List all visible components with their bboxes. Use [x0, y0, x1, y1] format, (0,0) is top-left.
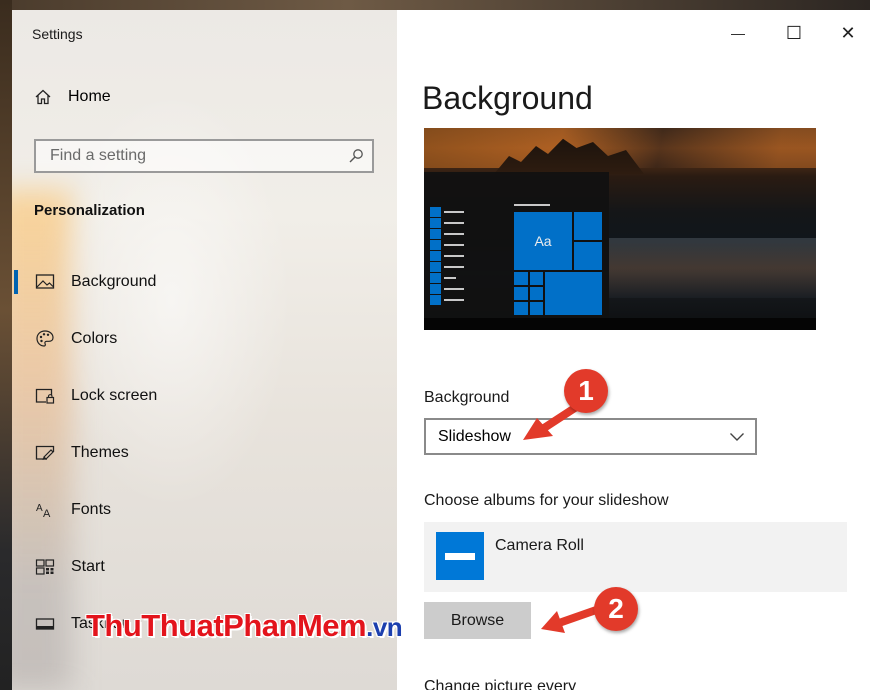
- album-name: Camera Roll: [495, 537, 584, 554]
- desktop-background-left: [0, 0, 12, 690]
- close-icon: ✕: [840, 22, 856, 43]
- close-button[interactable]: ✕: [825, 18, 870, 48]
- lock-screen-icon: [34, 385, 56, 407]
- album-folder-icon: [436, 532, 484, 580]
- palette-icon: [34, 328, 56, 350]
- svg-text:A: A: [36, 503, 43, 514]
- change-picture-label: Change picture every: [424, 678, 577, 690]
- settings-window: Settings Home Personalization Back: [12, 10, 870, 690]
- sidebar-item-label: Colors: [71, 330, 118, 347]
- search-input[interactable]: [48, 146, 348, 166]
- home-label: Home: [68, 88, 111, 105]
- sidebar-item-label: Themes: [71, 444, 129, 461]
- fonts-icon: AA: [34, 499, 56, 521]
- app-title: Settings: [32, 26, 83, 42]
- taskbar-icon: [34, 613, 56, 635]
- sidebar-item-lock-screen[interactable]: Lock screen: [12, 376, 397, 416]
- page-title: Background: [422, 80, 593, 116]
- preview-tile: [574, 212, 602, 240]
- preview-water: [609, 238, 816, 298]
- preview-tile-sample: Aa: [514, 212, 572, 270]
- preview-tile-divider: [528, 272, 530, 315]
- section-title: Personalization: [34, 202, 145, 219]
- preview-tile-divider: [543, 272, 545, 315]
- watermark-suffix: .vn: [366, 612, 403, 642]
- watermark-main: ThuThuatPhanMem: [86, 608, 367, 643]
- background-label: Background: [424, 389, 510, 406]
- start-icon: [34, 556, 56, 578]
- preview-taskbar: [424, 318, 816, 330]
- album-item[interactable]: Camera Roll: [424, 522, 847, 592]
- picture-icon: [34, 271, 56, 293]
- background-preview: Aa: [424, 128, 816, 330]
- sidebar-item-fonts[interactable]: AA Fonts: [12, 490, 397, 530]
- watermark: ThuThuatPhanMem.vn: [86, 608, 403, 644]
- search-icon[interactable]: [348, 148, 364, 164]
- sidebar-item-label: Start: [71, 558, 105, 575]
- home-link[interactable]: Home: [34, 88, 111, 106]
- preview-tile: [574, 242, 602, 270]
- active-indicator: [14, 270, 18, 294]
- preview-sample-text: Aa: [534, 233, 552, 249]
- svg-text:A: A: [43, 508, 51, 519]
- desktop-background-top: [0, 0, 870, 10]
- minimize-icon: —: [731, 25, 745, 41]
- screenshot-frame: Settings Home Personalization Back: [0, 0, 870, 690]
- sidebar-item-themes[interactable]: Themes: [12, 433, 397, 473]
- minimize-button[interactable]: —: [715, 18, 761, 48]
- sidebar-item-colors[interactable]: Colors: [12, 319, 397, 359]
- sidebar: Settings Home Personalization Back: [12, 10, 397, 690]
- content-pane: — ☐ ✕ Background Aa Background Slideshow…: [397, 10, 870, 690]
- preview-start-menu: Aa: [424, 172, 609, 330]
- sidebar-item-start[interactable]: Start: [12, 547, 397, 587]
- background-dropdown-value: Slideshow: [438, 427, 511, 445]
- browse-button[interactable]: Browse: [424, 602, 531, 639]
- step1-marker: 1: [564, 369, 608, 413]
- preview-app-list: [430, 207, 466, 325]
- sidebar-item-label: Background: [71, 273, 157, 290]
- maximize-button[interactable]: ☐: [771, 18, 817, 48]
- search-box[interactable]: [34, 139, 374, 173]
- maximize-icon: ☐: [785, 22, 803, 43]
- step2-marker: 2: [594, 587, 638, 631]
- sidebar-item-background[interactable]: Background: [12, 262, 397, 302]
- home-icon: [34, 88, 52, 106]
- sidebar-item-label: Lock screen: [71, 387, 158, 404]
- albums-label: Choose albums for your slideshow: [424, 492, 669, 509]
- sidebar-item-label: Fonts: [71, 501, 112, 518]
- themes-icon: [34, 442, 56, 464]
- preview-tiles-header: [514, 204, 550, 206]
- chevron-down-icon: [729, 432, 745, 442]
